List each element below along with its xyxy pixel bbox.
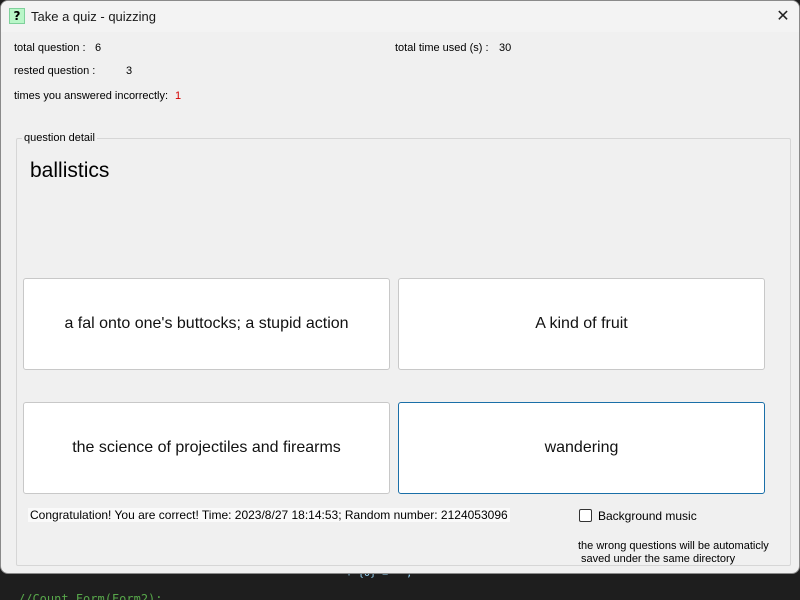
total-question-label: total question : (14, 42, 86, 54)
question-mark-icon: ? (9, 8, 25, 24)
quiz-window: ? Take a quiz - quizzing ✕ total questio… (0, 0, 800, 574)
close-button[interactable]: ✕ (767, 1, 799, 31)
answer-button-3[interactable]: the science of projectiles and firearms (23, 402, 390, 494)
answer-button-1[interactable]: a fal onto one's buttocks; a stupid acti… (23, 278, 390, 370)
close-icon: ✕ (776, 6, 790, 25)
rested-question-value: 3 (126, 65, 133, 77)
title-bar[interactable]: ? Take a quiz - quizzing ✕ (1, 1, 799, 32)
background-music-checkbox[interactable] (579, 509, 592, 522)
incorrect-count-label: times you answered incorrectly: (14, 90, 169, 102)
save-note-line-1: the wrong questions will be automaticly (578, 540, 769, 552)
total-question-value: 6 (95, 42, 102, 54)
question-detail-legend: question detail (22, 132, 97, 144)
answer-button-4[interactable]: wandering (398, 402, 765, 494)
background-music-label[interactable]: Background music (598, 509, 697, 523)
save-note-line-2: saved under the same directory (578, 553, 736, 565)
question-word: ballistics (30, 159, 110, 182)
background-code-line: //Count Form(Form2); (18, 592, 163, 600)
total-time-value: 30 (499, 42, 512, 54)
rested-question-label: rested question : (14, 65, 96, 77)
window-title: Take a quiz - quizzing (31, 9, 157, 24)
total-time-label: total time used (s) : (395, 42, 489, 54)
result-status-text: Congratulation! You are correct! Time: 2… (28, 508, 510, 522)
answer-button-2[interactable]: A kind of fruit (398, 278, 765, 370)
incorrect-count-value: 1 (175, 90, 182, 102)
